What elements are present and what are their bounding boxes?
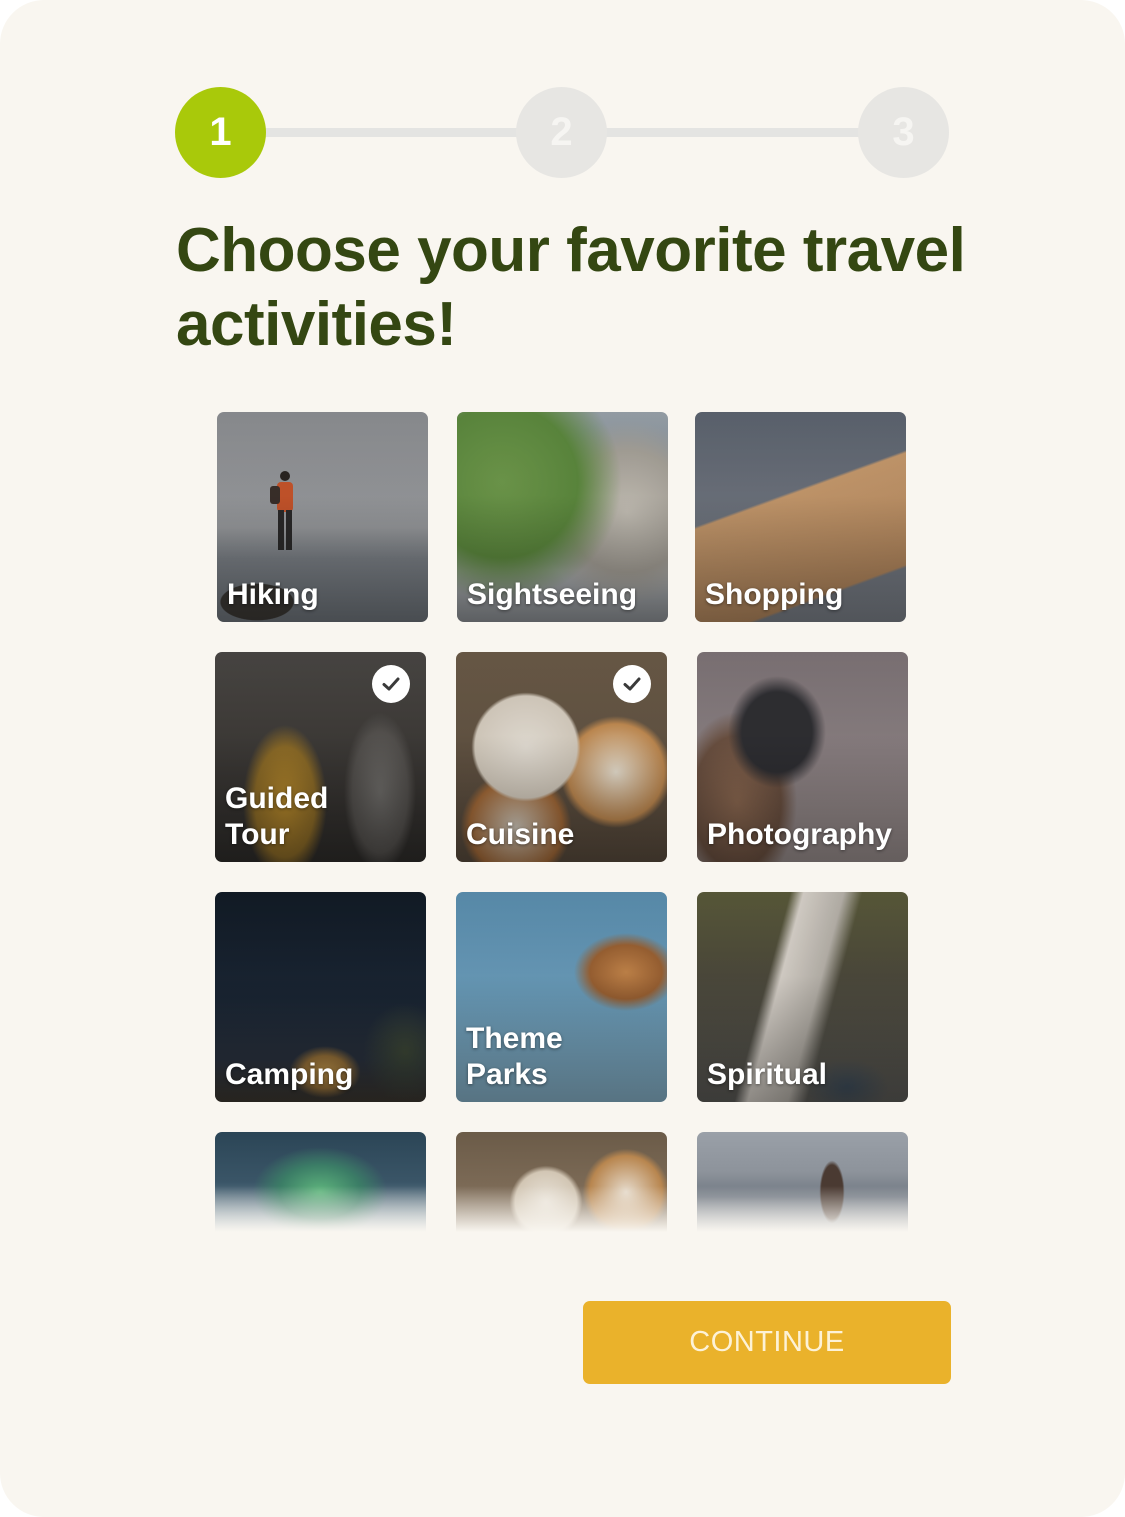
activity-tile-shopping[interactable]: Shopping	[695, 412, 906, 622]
activity-tile-photography[interactable]: Photography	[697, 652, 908, 862]
onboarding-card: 1 2 3 Choose your favorite travel activi…	[0, 0, 1125, 1517]
activity-tile-guided-tour[interactable]: Guided Tour	[215, 652, 426, 862]
continue-button[interactable]: CONTINUE	[583, 1301, 951, 1384]
activity-tile-partial[interactable]	[215, 1132, 426, 1232]
checkmark-icon	[623, 677, 641, 691]
activity-label: Photography	[707, 818, 892, 851]
activity-tile-partial[interactable]	[697, 1132, 908, 1232]
activity-label: Hiking	[227, 578, 319, 611]
activity-tile-partial[interactable]	[456, 1132, 667, 1232]
activity-label: Shopping	[705, 578, 844, 611]
activity-label: Camping	[225, 1058, 354, 1091]
activity-label: Cuisine	[466, 818, 575, 851]
stepper-connector	[595, 128, 875, 137]
step-3-indicator: 3	[858, 87, 949, 178]
activity-tile-camping[interactable]: Camping	[215, 892, 426, 1102]
step-2-indicator: 2	[516, 87, 607, 178]
activity-label: Guided Tour	[225, 782, 329, 851]
activity-tile-sightseeing[interactable]: Sightseeing	[457, 412, 668, 622]
selected-check	[372, 665, 410, 703]
activity-tile-theme-parks[interactable]: Theme Parks	[456, 892, 667, 1102]
step-1-indicator: 1	[175, 87, 266, 178]
activity-tile-hiking[interactable]: Hiking	[217, 412, 428, 622]
page-title: Choose your favorite travel activities!	[176, 216, 966, 359]
activity-label: Spiritual	[707, 1058, 828, 1091]
stepper-connector	[255, 128, 535, 137]
activity-label: Theme Parks	[466, 1022, 563, 1091]
progress-stepper: 1 2 3	[175, 87, 950, 178]
activity-label: Sightseeing	[467, 578, 638, 611]
selected-check	[613, 665, 651, 703]
activity-tile-spiritual[interactable]: Spiritual	[697, 892, 908, 1102]
activity-tile-cuisine[interactable]: Cuisine	[456, 652, 667, 862]
checkmark-icon	[382, 677, 400, 691]
